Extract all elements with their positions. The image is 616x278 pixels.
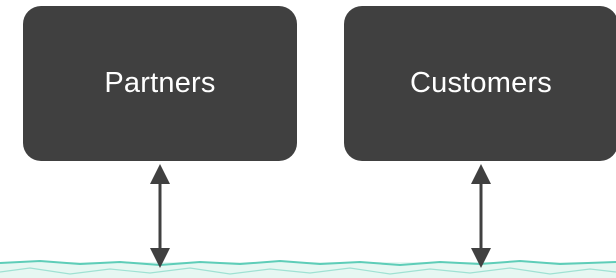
connectors-layer [0,164,616,278]
customers-connector-arrow [471,164,491,268]
partners-arrow-head-up [150,164,170,184]
diagram-canvas: Partners Customers [0,0,616,278]
customers-arrow-head-up [471,164,491,184]
platform-band [0,259,616,278]
partners-connector-arrow [150,164,170,268]
